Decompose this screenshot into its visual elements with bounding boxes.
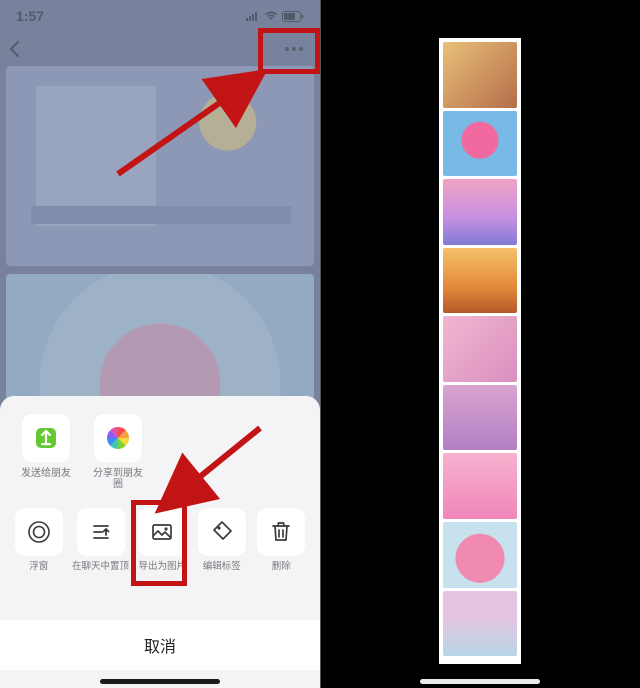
right-screenshot [320,0,640,688]
tag-icon [198,508,246,556]
annotation-box-more [258,28,320,74]
trash-icon [257,508,305,556]
strip-thumb [443,453,517,519]
share-item-send[interactable]: 发送给朋友 [18,414,74,490]
action-item-label: 浮窗 [29,562,48,572]
cancel-label: 取消 [144,633,176,657]
home-indicator [420,679,540,684]
action-item-delete[interactable]: 删除 [257,508,307,572]
strip-thumb [443,591,517,657]
cancel-button[interactable]: 取消 [0,620,320,670]
strip-thumb [443,111,517,177]
share-item-moments[interactable]: 分享到朋友圈 [90,414,146,490]
wechat-send-icon [22,414,70,462]
exported-image-strip [439,38,521,664]
action-item-float[interactable]: 浮窗 [14,508,64,572]
action-item-pin[interactable]: 在聊天中置顶 [74,508,128,572]
pin-chat-icon [77,508,125,556]
strip-thumb [443,42,517,108]
share-item-label: 发送给朋友 [21,468,71,479]
left-screenshot: 1:57 发送给朋友 [0,0,320,688]
strip-thumb [443,522,517,588]
action-item-label: 删除 [272,562,291,572]
strip-thumb [443,316,517,382]
strip-thumb [443,385,517,451]
annotation-box-export [131,500,187,586]
share-item-label: 分享到朋友圈 [90,468,146,490]
float-window-icon [15,508,63,556]
moments-icon [94,414,142,462]
pane-separator [320,0,321,688]
strip-thumb [443,248,517,314]
action-item-label: 编辑标签 [203,562,241,572]
action-item-label: 在聊天中置顶 [72,562,129,572]
strip-thumb [443,179,517,245]
home-indicator [100,679,220,684]
share-row: 发送给朋友 分享到朋友圈 [0,396,320,494]
action-item-tag[interactable]: 编辑标签 [197,508,247,572]
